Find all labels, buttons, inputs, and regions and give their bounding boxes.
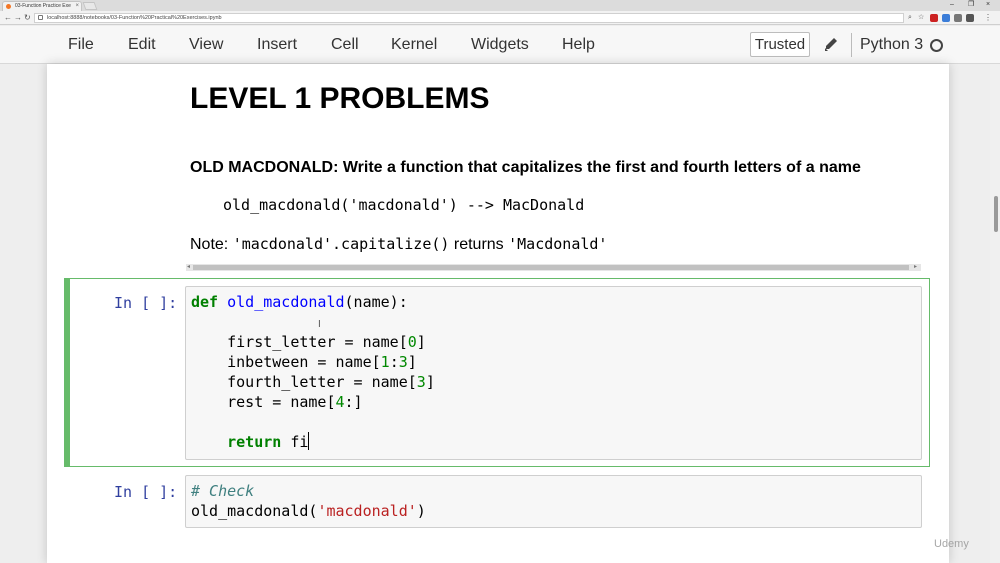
markdown-scrollbar-thumb[interactable] [193, 265, 909, 270]
tab-close-icon[interactable]: × [75, 2, 79, 10]
kernel-idle-indicator-icon [930, 39, 943, 52]
edit-pencil-icon[interactable] [823, 35, 839, 53]
window-close-icon[interactable]: × [986, 0, 990, 10]
cell-prompt: In [ ]: [114, 294, 178, 312]
code-editor[interactable]: def old_macdonald(name):​ first_letter =… [191, 292, 435, 452]
menu-view[interactable]: View [189, 36, 223, 54]
scroll-right-arrow-icon[interactable]: ▸ [914, 262, 917, 272]
maximize-icon[interactable]: ❐ [968, 0, 974, 10]
extension-opera-icon[interactable] [930, 14, 938, 22]
address-bar-row: ← → ↻ localhost:8888/notebooks/03-Functi… [0, 11, 1000, 25]
udemy-watermark: Udemy [934, 538, 969, 550]
code-line-rest: rest = name[4:] [191, 393, 363, 411]
url-field[interactable]: localhost:8888/notebooks/03-Function%20P… [34, 13, 904, 23]
code-line-first-letter: first_letter = name[0] [191, 333, 426, 351]
mouse-ibeam-cursor-icon: I [318, 319, 321, 330]
notebook-menubar: File Edit View Insert Cell Kernel Widget… [0, 26, 1000, 64]
menubar-divider [851, 33, 852, 57]
page-scrollbar-thumb[interactable] [994, 196, 998, 232]
note-text: Note: 'macdonald'.capitalize() returns '… [190, 234, 607, 255]
code-line-call: old_macdonald('macdonald') [191, 502, 426, 520]
menu-edit[interactable]: Edit [128, 36, 156, 54]
new-tab-button[interactable] [82, 2, 98, 10]
browser-tab-bar: 03-Function Practice Exe × – ❐ × [0, 0, 1000, 11]
note-code-capitalize: 'macdonald'.capitalize() [232, 235, 450, 253]
code-line-blank: ​ [191, 412, 435, 432]
tab-title: 03-Function Practice Exe [15, 3, 71, 9]
note-middle: returns [449, 236, 509, 253]
menu-file[interactable]: File [68, 36, 94, 54]
extension-gray-icon[interactable] [954, 14, 962, 22]
code-line-fourth-letter: fourth_letter = name[3] [191, 373, 435, 391]
code-line-def: def old_macdonald(name): [191, 293, 408, 311]
cell-prompt: In [ ]: [114, 483, 178, 501]
problem-statement: OLD MACDONALD: Write a function that cap… [190, 159, 861, 176]
scroll-left-arrow-icon[interactable]: ◂ [187, 262, 190, 272]
forward-arrow-icon[interactable]: → [14, 12, 22, 24]
trusted-button[interactable]: Trusted [750, 32, 810, 57]
menu-widgets[interactable]: Widgets [471, 36, 529, 54]
kernel-name[interactable]: Python 3 [860, 36, 923, 54]
browser-tab[interactable]: 03-Function Practice Exe × [2, 1, 82, 11]
code-editor[interactable]: # Check old_macdonald('macdonald') [191, 481, 426, 521]
code-line-inbetween: inbetween = name[1:3] [191, 353, 417, 371]
code-line-comment: # Check [191, 482, 255, 500]
menu-insert[interactable]: Insert [257, 36, 297, 54]
page-scrollbar[interactable] [990, 64, 1000, 563]
back-arrow-icon[interactable]: ← [4, 12, 12, 24]
example-code: old_macdonald('macdonald') --> MacDonald [223, 196, 585, 214]
menu-kernel[interactable]: Kernel [391, 36, 437, 54]
jupyter-favicon-icon [6, 4, 11, 9]
zoom-icon[interactable]: ⌕ [908, 12, 912, 24]
note-prefix: Note: [190, 236, 233, 253]
bookmark-star-icon[interactable]: ☆ [918, 12, 924, 24]
extension-dark-icon[interactable] [966, 14, 974, 22]
menu-cell[interactable]: Cell [331, 36, 359, 54]
minimize-icon[interactable]: – [950, 0, 954, 10]
code-line-blank: ​ [191, 312, 435, 332]
code-line-return: return fi [227, 432, 310, 451]
info-icon [38, 15, 43, 20]
markdown-heading: LEVEL 1 PROBLEMS [190, 82, 490, 115]
reload-icon[interactable]: ↻ [24, 12, 31, 24]
browser-menu-icon[interactable]: ⋮ [984, 12, 992, 24]
text-cursor [308, 432, 310, 450]
extension-blue-icon[interactable] [942, 14, 950, 22]
url-text: localhost:8888/notebooks/03-Function%20P… [47, 15, 222, 21]
note-code-result: 'Macdonald' [508, 235, 608, 253]
menu-help[interactable]: Help [562, 36, 595, 54]
